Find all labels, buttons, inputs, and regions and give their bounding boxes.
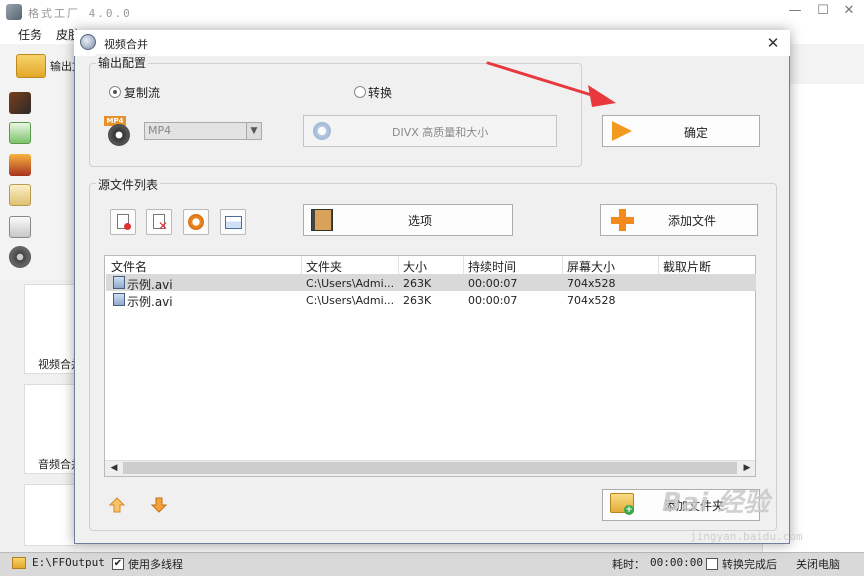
scroll-right-icon[interactable]: ▶: [739, 461, 755, 475]
video-file-icon: [113, 276, 125, 289]
remove-file-button[interactable]: ✕: [146, 209, 172, 235]
row-size: 263K: [403, 277, 432, 290]
film-scissors-icon: [311, 209, 333, 231]
mux-tile[interactable]: [24, 484, 78, 546]
scrollbar-thumb[interactable]: [123, 462, 737, 474]
radio-convert[interactable]: [354, 86, 366, 98]
video-category-icon[interactable]: [9, 92, 31, 114]
maximize-icon[interactable]: ☐: [812, 2, 834, 20]
audio-category-icon[interactable]: [9, 122, 31, 144]
column-separator[interactable]: [301, 256, 302, 274]
chevron-down-icon[interactable]: ▼: [246, 123, 261, 139]
after-convert-checkbox[interactable]: [706, 558, 718, 570]
col-header-folder[interactable]: 文件夹: [306, 258, 342, 275]
folder-icon: [16, 54, 46, 78]
multithread-checkbox[interactable]: ✔: [112, 558, 124, 570]
video-file-icon: [113, 293, 125, 306]
watermark-url: jingyan.baidu.com: [690, 530, 803, 543]
col-header-screen-size[interactable]: 屏幕大小: [567, 258, 615, 275]
move-up-icon[interactable]: [108, 496, 126, 514]
minimize-icon[interactable]: —: [784, 2, 806, 20]
column-separator[interactable]: [562, 256, 563, 274]
row-duration: 00:00:07: [468, 277, 518, 290]
radio-convert-label[interactable]: 转换: [368, 84, 392, 101]
output-path: E:\FFOutput: [32, 556, 105, 569]
plus-badge-icon: +: [624, 505, 634, 515]
col-header-filename[interactable]: 文件名: [111, 258, 147, 275]
utilities-icon[interactable]: [9, 246, 31, 268]
output-folder-icon[interactable]: [12, 557, 26, 569]
after-convert-label: 转换完成后: [722, 558, 777, 571]
play-icon: [188, 214, 204, 230]
move-down-icon[interactable]: [150, 496, 168, 514]
options-button-label: 选项: [408, 214, 433, 228]
close-icon[interactable]: ✕: [838, 2, 860, 20]
add-file-button-label: 添加文件: [668, 214, 717, 228]
col-header-duration[interactable]: 持续时间: [468, 258, 516, 275]
delete-x-icon: ✕: [158, 219, 169, 233]
output-config-label: 输出配置: [96, 54, 149, 71]
row-size: 263K: [403, 294, 432, 307]
dialog-titlebar: [74, 30, 790, 56]
play-button[interactable]: [183, 209, 209, 235]
dialog-close-icon[interactable]: ✕: [764, 34, 782, 52]
settings-gear-icon: [313, 122, 331, 140]
document-category-icon[interactable]: [9, 184, 31, 206]
row-duration: 00:00:07: [468, 294, 518, 307]
row-folder: C:\Users\Admi...: [306, 294, 395, 307]
record-dot-icon: [124, 223, 131, 230]
film-reel-icon: [80, 34, 96, 50]
column-separator[interactable]: [658, 256, 659, 274]
plus-horizontal-bar: [611, 217, 634, 224]
mp4-format-icon: MP4: [104, 116, 132, 146]
watermark-logo: Bai 经验: [662, 488, 770, 518]
ok-button-label: 确定: [684, 126, 709, 140]
film-reel-graphic: [108, 124, 130, 146]
arrow-right-icon: [612, 121, 632, 141]
multithread-label: 使用多线程: [128, 558, 183, 571]
row-filename[interactable]: 示例.avi: [127, 293, 173, 310]
column-separator[interactable]: [463, 256, 464, 274]
col-header-size[interactable]: 大小: [403, 258, 427, 275]
rom-device-icon[interactable]: [9, 216, 31, 238]
radio-copy-stream-label[interactable]: 复制流: [124, 84, 160, 101]
after-convert-action[interactable]: 关闭电脑: [796, 556, 840, 572]
row-screen-size: 704x528: [567, 294, 616, 307]
file-info-button[interactable]: [220, 209, 246, 235]
row-folder: C:\Users\Admi...: [306, 277, 395, 290]
new-file-button[interactable]: [110, 209, 136, 235]
radio-copy-stream[interactable]: [109, 86, 121, 98]
quality-settings-label: DIVX 高质量和大小: [392, 126, 489, 139]
format-select-value: MP4: [148, 124, 172, 137]
image-category-icon[interactable]: [9, 154, 31, 176]
elapsed-value: 00:00:00: [650, 556, 703, 569]
plus-icon: [611, 209, 634, 231]
annotation-arrow: [486, 61, 616, 107]
elapsed-label: 耗时：: [612, 558, 645, 571]
app-title: 格式工厂 4.0.0: [28, 7, 132, 20]
dialog-title: 视频合并: [104, 38, 148, 51]
scroll-left-icon[interactable]: ◀: [106, 461, 122, 475]
source-files-label: 源文件列表: [96, 176, 161, 193]
app-logo-icon: [6, 4, 22, 20]
window-info-icon: [225, 216, 242, 229]
row-screen-size: 704x528: [567, 277, 616, 290]
col-header-clip[interactable]: 截取片断: [663, 258, 711, 275]
column-separator[interactable]: [398, 256, 399, 274]
menu-task[interactable]: 任务: [18, 26, 42, 43]
